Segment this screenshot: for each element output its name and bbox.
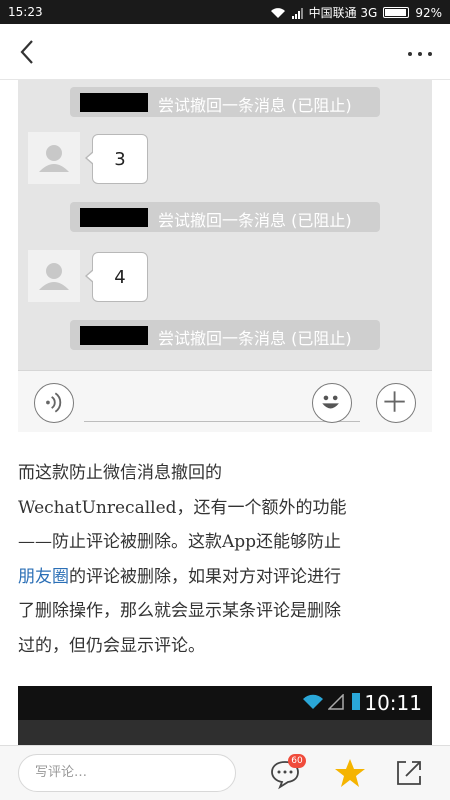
- system-message-text: 尝试撤回一条消息 (已阻止): [158, 211, 352, 230]
- back-icon[interactable]: [14, 38, 40, 66]
- article-line: 了删除操作，那么就会显示某条评论是删除: [18, 601, 341, 621]
- chat-input-bar: [18, 370, 432, 432]
- message-text: 4: [114, 266, 126, 288]
- redacted-name: [80, 326, 148, 345]
- moments-link[interactable]: 朋友圈: [18, 567, 69, 587]
- message-bubble: 3: [85, 134, 148, 184]
- comment-count-badge: 60: [288, 754, 306, 768]
- comment-input[interactable]: 写评论…: [18, 754, 236, 792]
- voice-button: [34, 383, 74, 423]
- screenshot-time: 10:11: [364, 691, 422, 715]
- status-bar: 15:23 中国联通 3G 92%: [0, 0, 450, 24]
- wifi-icon: [270, 7, 285, 18]
- article-line-text: 的评论被删除，如果对方对评论进行: [69, 566, 341, 587]
- recall-blocked-message: 尝试撤回一条消息 (已阻止): [70, 320, 380, 350]
- article-paragraph: 而这款防止微信消息撤回的 WechatUnrecalled，还有一个额外的功能 …: [18, 456, 432, 663]
- avatar: [28, 250, 80, 302]
- article-line: WechatUnrecalled，还有一个额外的功能: [18, 497, 347, 518]
- signal-icon: [291, 7, 303, 19]
- message-text: 3: [114, 148, 126, 170]
- carrier-label: 中国联通 3G: [308, 6, 378, 20]
- article-line: 而这款防止微信消息撤回的: [18, 463, 222, 483]
- screenshot-toolbar: [18, 720, 432, 746]
- wifi-icon: [303, 694, 323, 709]
- more-icon[interactable]: [406, 50, 434, 58]
- recall-blocked-message: 尝试撤回一条消息 (已阻止): [70, 202, 380, 232]
- embedded-screenshot: 10:11: [18, 686, 432, 746]
- default-user-icon: [39, 145, 69, 172]
- default-user-icon: [39, 263, 69, 290]
- top-bar: [0, 24, 450, 80]
- battery-icon: [352, 693, 360, 710]
- avatar: [28, 132, 80, 184]
- chat-text-input: [84, 421, 360, 422]
- chat-screenshot: 尝试撤回一条消息 (已阻止) 3 尝试撤回一条消息 (已阻止) 4 尝试撤回一条…: [18, 80, 432, 370]
- system-message-text: 尝试撤回一条消息 (已阻止): [158, 96, 352, 115]
- article-line: 过的，但仍会显示评论。: [18, 635, 205, 656]
- emoji-button: [312, 383, 352, 423]
- emoji-icon: [322, 395, 339, 409]
- add-button: [376, 383, 416, 423]
- share-icon[interactable]: [392, 756, 426, 790]
- bottom-bar: 写评论… 60: [0, 745, 450, 800]
- system-message-text: 尝试撤回一条消息 (已阻止): [158, 329, 352, 348]
- battery-label: 92%: [415, 5, 442, 20]
- voice-icon: [46, 392, 62, 413]
- signal-icon: [328, 694, 344, 710]
- article-line: ——防止评论被删除。这款App还能够防止: [18, 532, 342, 552]
- battery-icon: [383, 7, 410, 18]
- message-bubble: 4: [85, 252, 148, 302]
- redacted-name: [80, 208, 148, 227]
- status-time: 15:23: [8, 5, 43, 19]
- article-line: 朋友圈的评论被删除，如果对方对评论进行: [18, 560, 432, 595]
- recall-blocked-message: 尝试撤回一条消息 (已阻止): [70, 87, 380, 117]
- redacted-name: [80, 93, 148, 112]
- star-icon[interactable]: [333, 756, 367, 790]
- plus-icon: [384, 391, 405, 412]
